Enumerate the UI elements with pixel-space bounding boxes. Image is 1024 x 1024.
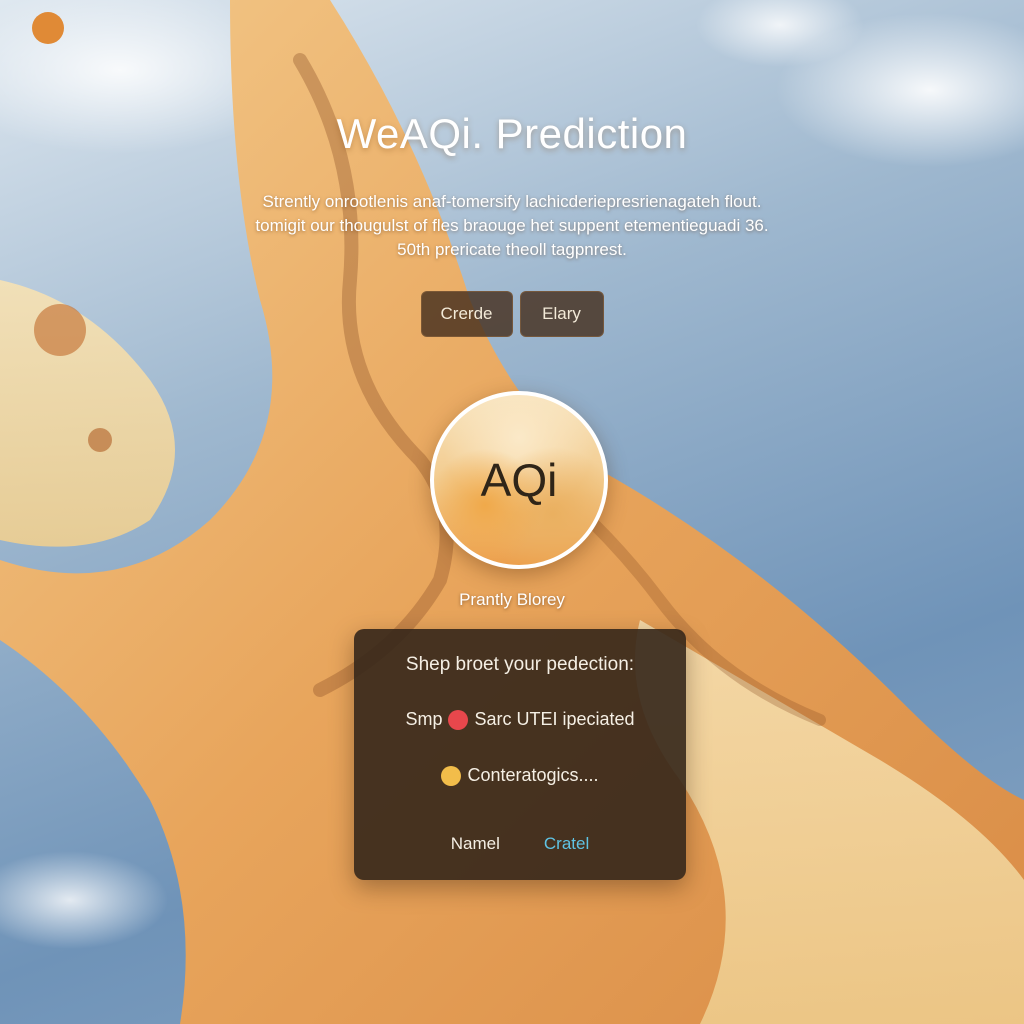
action-buttons: Crerde Elary (0, 291, 1024, 337)
create-link[interactable]: Cratel (544, 834, 589, 854)
page-title: WeAQi. Prediction (336, 110, 688, 157)
description-line-2: tomigit our thougulst of fles braouge he… (255, 216, 769, 235)
aqi-badge: AQi (430, 391, 608, 569)
panel-actions: Namel Cratel (354, 834, 686, 854)
panel-heading: Shep broet your pedection: (405, 654, 635, 675)
main-content: WeAQi. Prediction Strently onrootlenis a… (0, 0, 1024, 1024)
create-button[interactable]: Crerde (420, 291, 513, 337)
prediction-option-2[interactable]: Conteratogics.... (354, 765, 686, 786)
early-button[interactable]: Elary (519, 291, 604, 337)
name-link[interactable]: Namel (451, 834, 500, 854)
yellow-dot-icon (441, 765, 462, 786)
prediction-panel: Shep broet your pedection: Smp Sarc UTEI… (354, 629, 686, 880)
option-1-text: Sarc UTEI ipeciated (474, 709, 635, 729)
description-line-1: Strently onrootlenis anaf-tomersify lach… (262, 192, 762, 211)
page-description: Strently onrootlenis anaf-tomersify lach… (200, 190, 824, 262)
option-2-text: Conteratogics.... (467, 765, 599, 785)
aqi-caption: Prantly Blorey (459, 590, 565, 609)
option-1-prefix: Smp (405, 709, 443, 729)
description-line-3: 50th prericate theoll tagpnrest. (397, 240, 627, 259)
red-dot-icon (448, 709, 469, 730)
aqi-label: AQi (480, 454, 558, 506)
prediction-option-1[interactable]: Smp Sarc UTEI ipeciated (354, 709, 686, 730)
